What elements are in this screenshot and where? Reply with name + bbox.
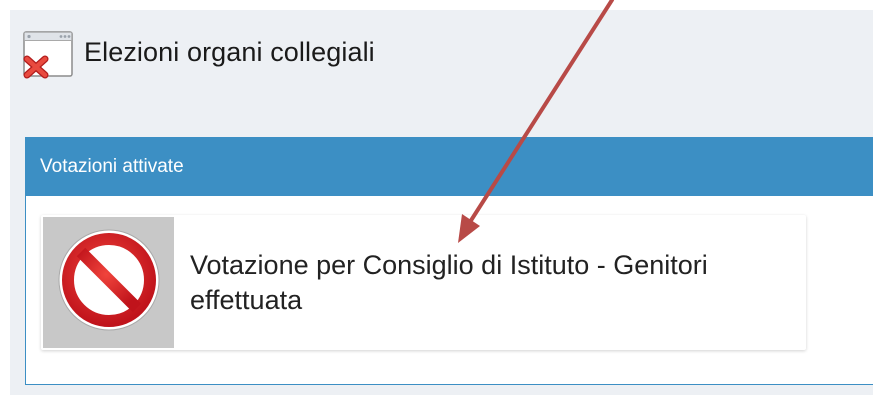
page-title: Elezioni organi collegiali <box>84 36 375 67</box>
active-votes-panel: Votazioni attivate Votazione per Consigl… <box>25 137 873 385</box>
app-header: Elezioni organi collegiali <box>14 22 375 82</box>
panel-heading: Votazioni attivate <box>26 138 873 196</box>
vote-status-text: Votazione per Consiglio di Istituto - Ge… <box>190 249 708 315</box>
prohibited-icon <box>54 225 164 340</box>
vote-card[interactable]: Votazione per Consiglio di Istituto - Ge… <box>41 215 806 350</box>
window-error-icon <box>14 23 76 81</box>
vote-thumbnail <box>43 217 174 348</box>
